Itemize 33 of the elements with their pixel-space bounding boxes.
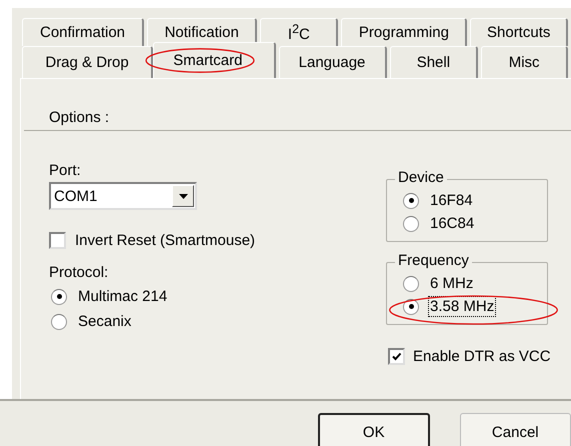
radio-button[interactable]: [403, 216, 419, 232]
checkbox-label: Enable DTR as VCC: [413, 348, 551, 364]
radio-label: Secanix: [77, 312, 132, 332]
cancel-button[interactable]: Cancel: [460, 413, 571, 446]
radio-label: 16C84: [429, 214, 476, 234]
radio-button[interactable]: [403, 298, 419, 314]
tab[interactable]: Shortcuts: [470, 18, 568, 46]
checkbox-label: Invert Reset (Smartmouse): [75, 232, 256, 248]
radio-button[interactable]: [51, 314, 67, 330]
checkmark-icon: [391, 350, 402, 362]
ok-button[interactable]: OK: [318, 413, 430, 446]
port-label: Port:: [49, 162, 82, 181]
radio-label: 16F84: [429, 191, 474, 211]
tab[interactable]: Misc: [481, 46, 568, 78]
tab[interactable]: I$^{2}$C: [260, 18, 338, 46]
radio-button[interactable]: [403, 276, 419, 292]
tab[interactable]: Drag & Drop: [22, 46, 154, 78]
radio-label: 3.58 MHz: [428, 296, 496, 317]
tab[interactable]: Confirmation: [22, 18, 144, 46]
tab[interactable]: Language: [278, 46, 387, 78]
tab[interactable]: Shell: [390, 46, 478, 78]
checkbox[interactable]: [49, 232, 66, 248]
radio-label: 6 MHz: [429, 274, 474, 294]
radio-button[interactable]: [51, 288, 67, 304]
tab[interactable]: Smartcard: [153, 42, 276, 78]
port-dropdown[interactable]: COM1: [49, 182, 197, 210]
section-title: Options :: [49, 109, 110, 127]
checkbox[interactable]: [388, 348, 405, 364]
radio-button[interactable]: [403, 192, 419, 208]
tab[interactable]: Programming: [341, 18, 468, 46]
radio-label: Multimac 214: [77, 287, 168, 307]
protocol-label: Protocol:: [49, 264, 110, 283]
group-title: Frequency: [395, 252, 472, 269]
